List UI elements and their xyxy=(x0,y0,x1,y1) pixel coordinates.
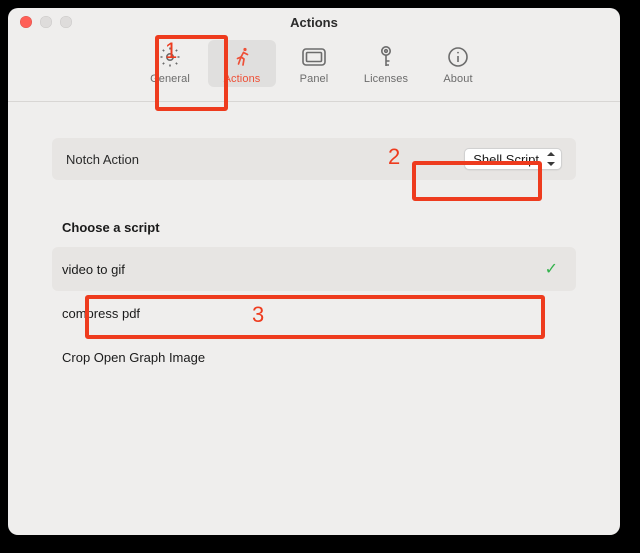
close-button[interactable] xyxy=(20,16,32,28)
notch-action-label: Notch Action xyxy=(66,152,139,167)
zoom-button[interactable] xyxy=(60,16,72,28)
dropdown-value: Shell Script xyxy=(473,152,539,167)
tab-label: Licenses xyxy=(364,73,408,85)
titlebar: Actions xyxy=(8,8,620,36)
toolbar: General Actions Panel xyxy=(8,36,620,102)
tab-label: Actions xyxy=(224,73,261,85)
script-label: compress pdf xyxy=(62,306,140,321)
tab-general[interactable]: General xyxy=(136,40,204,87)
script-row-compress-pdf[interactable]: compress pdf xyxy=(52,291,576,335)
choose-script-heading: Choose a script xyxy=(62,220,576,235)
tab-actions[interactable]: Actions xyxy=(208,40,276,87)
script-row-crop-open-graph[interactable]: Crop Open Graph Image xyxy=(52,335,576,379)
tab-label: Panel xyxy=(300,73,329,85)
script-row-video-to-gif[interactable]: video to gif ✓ xyxy=(52,247,576,291)
content-area: Notch Action Shell Script Choose a scrip… xyxy=(8,102,620,379)
key-icon xyxy=(373,44,399,70)
gear-icon xyxy=(157,44,183,70)
tab-label: General xyxy=(150,73,190,85)
notch-action-dropdown[interactable]: Shell Script xyxy=(464,148,562,170)
script-label: video to gif xyxy=(62,262,125,277)
panel-icon xyxy=(301,44,327,70)
script-label: Crop Open Graph Image xyxy=(62,350,205,365)
info-icon xyxy=(445,44,471,70)
chevron-updown-icon xyxy=(545,151,557,167)
tab-licenses[interactable]: Licenses xyxy=(352,40,420,87)
window-controls xyxy=(20,16,72,28)
tab-about[interactable]: About xyxy=(424,40,492,87)
minimize-button[interactable] xyxy=(40,16,52,28)
notch-action-row: Notch Action Shell Script xyxy=(52,138,576,180)
window-title: Actions xyxy=(290,15,338,30)
running-person-icon xyxy=(229,44,255,70)
tab-panel[interactable]: Panel xyxy=(280,40,348,87)
tab-label: About xyxy=(443,73,472,85)
preferences-window: Actions General Actions xyxy=(8,8,620,535)
script-list: video to gif ✓ compress pdf Crop Open Gr… xyxy=(52,247,576,379)
check-icon: ✓ xyxy=(545,259,558,279)
